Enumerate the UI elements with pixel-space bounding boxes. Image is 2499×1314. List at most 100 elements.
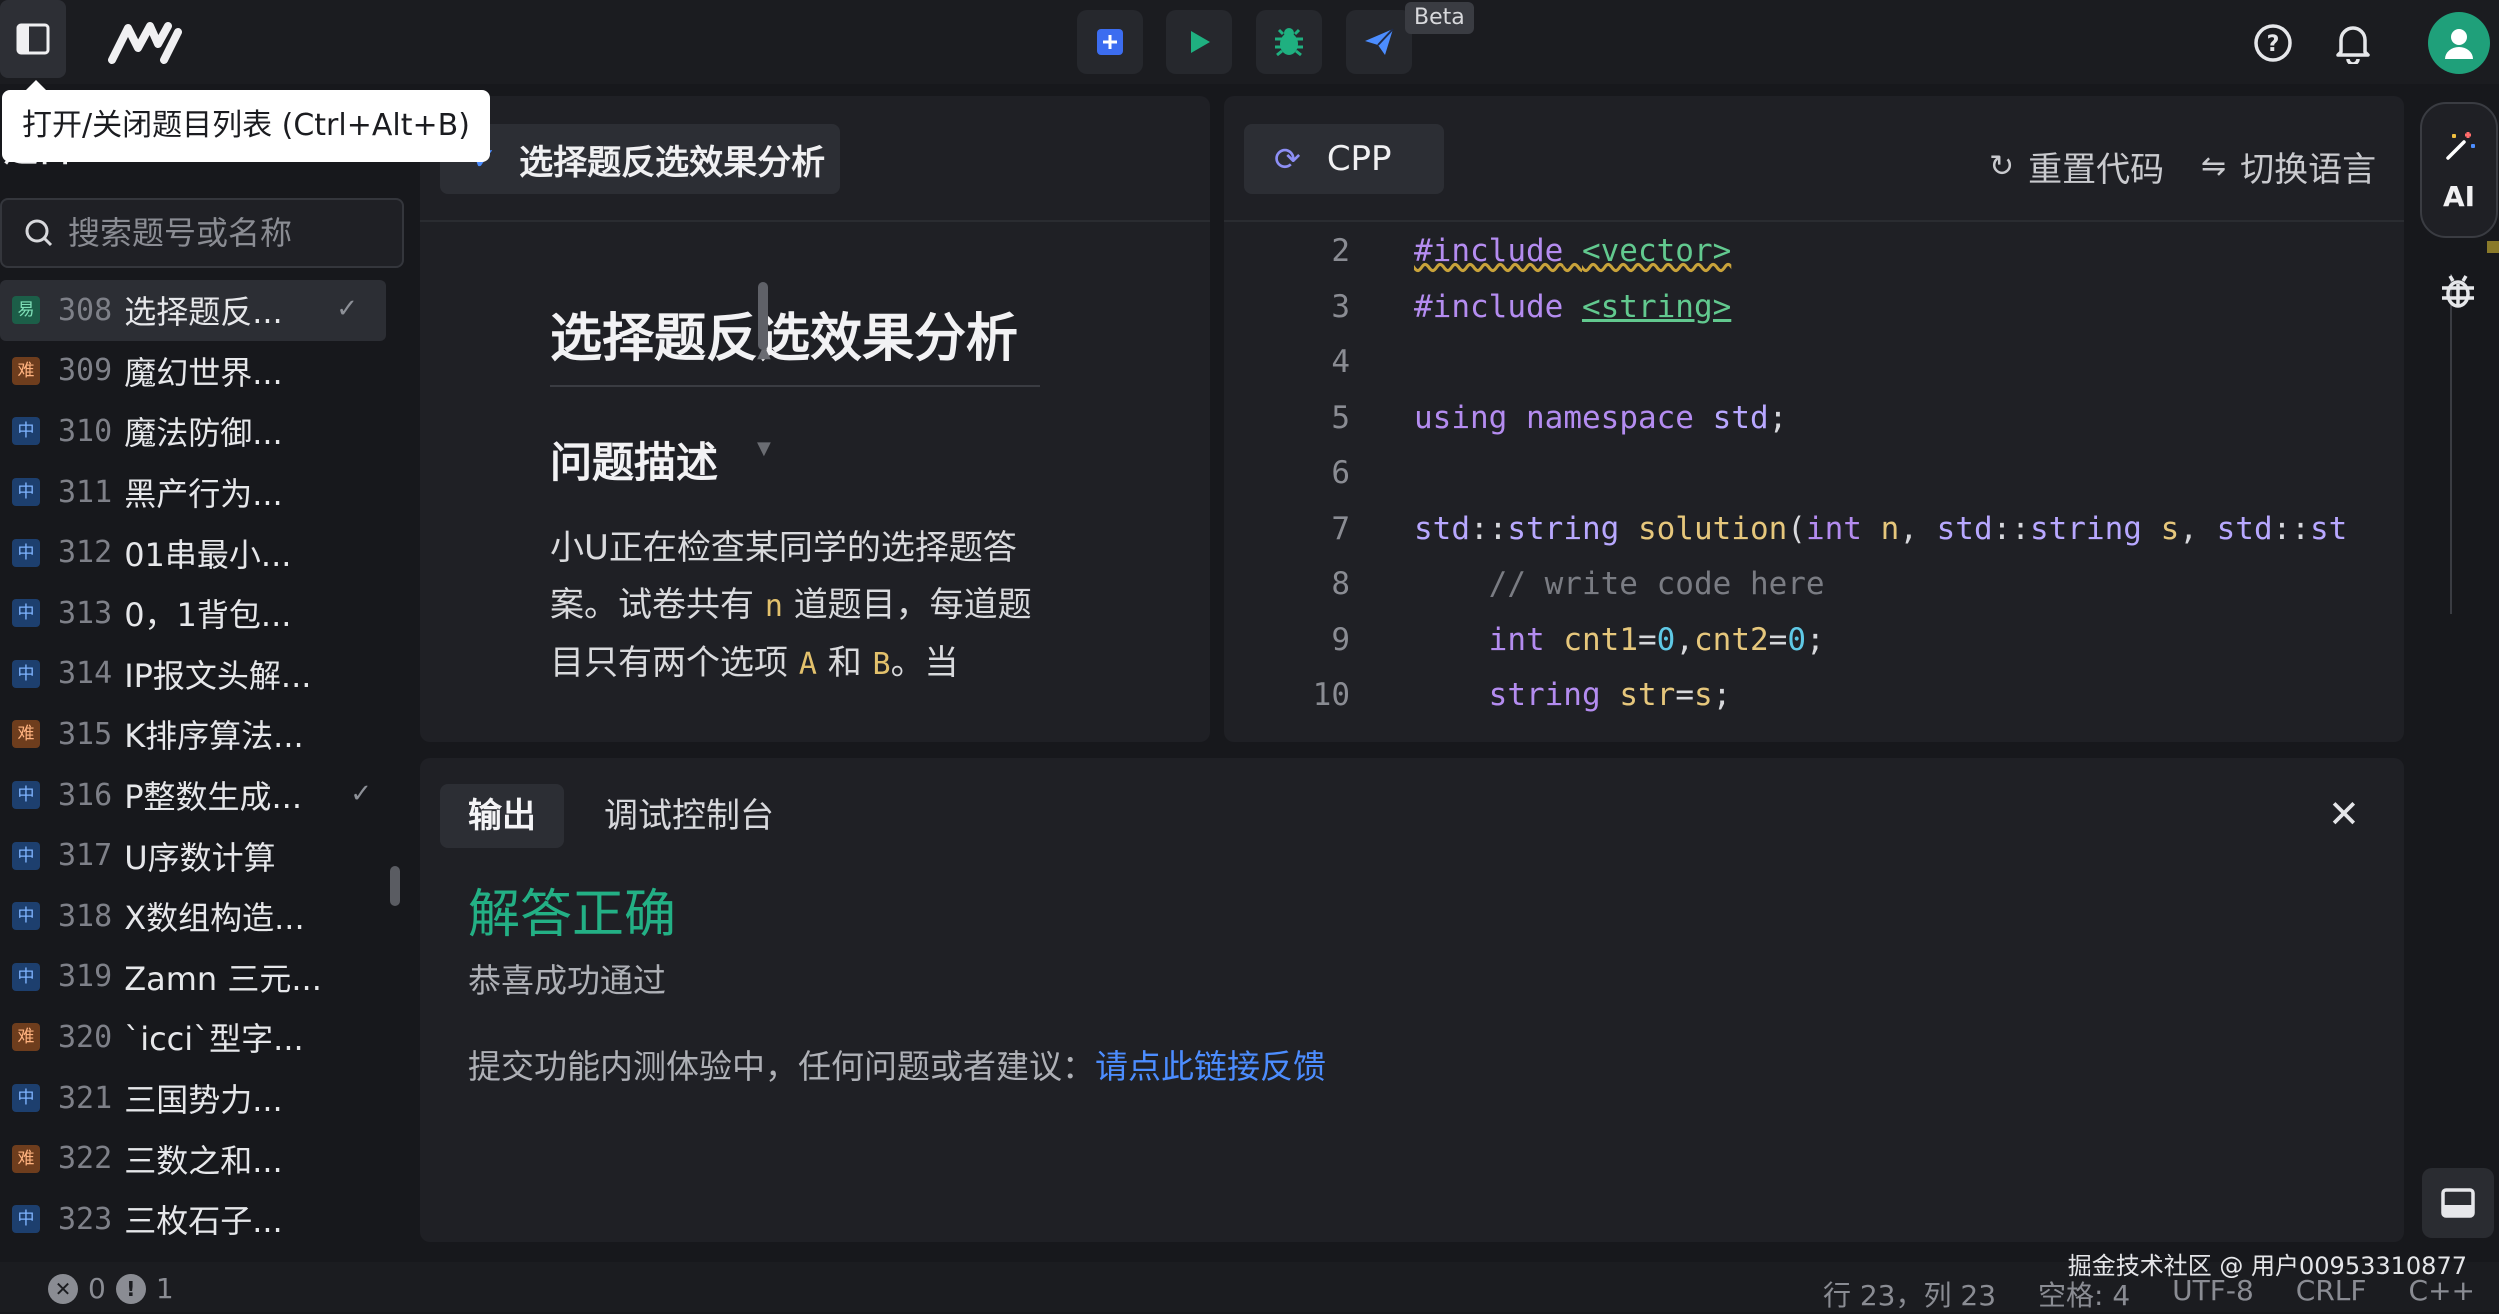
run-button[interactable] [1166, 10, 1232, 74]
feedback-link[interactable]: 请点此链接反馈 [1095, 1047, 1326, 1086]
difficulty-badge: 易 [12, 296, 40, 325]
code-area[interactable]: 2 #include <vector> 3 #include <string> 4 … [1224, 224, 2400, 734]
problem-name: X数组构造... [124, 899, 305, 938]
problem-name: 01串最小... [124, 535, 292, 574]
problem-text-part: 和 [827, 643, 862, 683]
problem-number: 320 [58, 1019, 113, 1055]
problem-search[interactable] [0, 198, 404, 268]
code-editor-panel: ⟳ CPP ↻ 重置代码 ⇋ 切换语言 2 #include <vector> 3… [1224, 96, 2499, 742]
problem-list-item[interactable]: 中 321 三国势力... [0, 1068, 400, 1129]
code-line: 4 [1224, 335, 2400, 391]
plus-square-icon [1097, 29, 1123, 55]
search-icon [25, 219, 53, 247]
reset-icon: ↻ [1989, 149, 2015, 184]
language-tab[interactable]: ⟳ CPP [1244, 124, 1444, 194]
problem-name: 三数之和... [124, 1141, 283, 1180]
code-line: 6 [1224, 446, 2400, 502]
divider [420, 220, 1210, 222]
add-test-button[interactable] [1077, 10, 1143, 74]
problem-list-item[interactable]: 中 316 P整数生成... ✓ [0, 765, 400, 826]
indent-guide [2450, 274, 2452, 614]
watermark: 掘金技术社区 @ 用户00953310877 [2067, 1252, 2467, 1280]
problem-list-item[interactable]: 中 317 U序数计算 [0, 825, 400, 886]
problem-number: 313 [58, 595, 113, 631]
problem-list: 易 308 选择题反... ✓ 难 309 魔幻世界... 中 310 魔法防御... 中 311 黑产… [0, 280, 400, 1250]
problem-list-item[interactable]: 中 312 01串最小... [0, 522, 400, 583]
problem-sidebar: 题目 易308选择题反...✓难309魔幻世界...中310魔法防御...中31… [0, 96, 410, 1264]
ai-assistant-button[interactable]: AI [2420, 102, 2498, 238]
problems-indicator[interactable]: ✕ 0 ! 1 [48, 1272, 174, 1305]
difficulty-badge: 中 [12, 478, 40, 507]
code-line: 8 // write code here [1224, 557, 2400, 613]
marscode-logo[interactable] [108, 18, 182, 66]
difficulty-badge: 中 [12, 417, 40, 446]
problem-number: 309 [58, 353, 113, 389]
line-number: 10 [1312, 677, 1350, 713]
minimap-marker [2487, 241, 2499, 253]
line-number: 9 [1331, 621, 1350, 658]
line-text: // write code here [1414, 566, 1825, 602]
description-tab[interactable]: ✓ 选择题反选效果分析 [440, 124, 840, 194]
problem-name: P整数生成... [124, 778, 303, 817]
problem-list-item[interactable]: 中 314 IP报文头解... [0, 644, 400, 705]
problem-list-item[interactable]: 中 310 魔法防御... [0, 401, 400, 462]
line-number: 5 [1331, 399, 1350, 436]
bell-icon [2336, 26, 2370, 64]
scroll-down-arrow[interactable]: ▼ [757, 438, 771, 459]
problem-list-item[interactable]: 易 308 选择题反... ✓ [0, 280, 386, 341]
section-heading: 问题描述 [550, 438, 719, 487]
swap-icon: ⇋ [2201, 149, 2227, 184]
sidebar-toggle-icon [16, 23, 50, 55]
problem-name: 0，1背包... [124, 596, 292, 635]
line-number: 4 [1331, 344, 1350, 380]
problem-list-item[interactable]: 中 319 Zamn 三元... [0, 947, 400, 1008]
line-number: 11 [1224, 724, 1350, 735]
language-label: CPP [1326, 139, 1392, 179]
inline-code-n: n [764, 589, 783, 624]
tab-output[interactable]: 输出 [440, 784, 564, 848]
problem-list-item[interactable]: 难 322 三数之和... [0, 1128, 400, 1189]
switch-language-button[interactable]: ⇋ 切换语言 [2201, 142, 2376, 191]
problem-list-item[interactable]: 中 311 黑产行为... [0, 462, 400, 523]
problem-number: 315 [58, 716, 113, 752]
feedback-text: 提交功能内测体验中，任何问题或者建议： [468, 1047, 1095, 1086]
warning-count: 1 [155, 1272, 174, 1305]
reset-code-button[interactable]: ↻ 重置代码 [1989, 142, 2164, 191]
help-button[interactable]: ? [2250, 20, 2296, 66]
cpp-icon: ⟳ [1274, 140, 1301, 178]
error-count: 0 [88, 1272, 106, 1305]
problem-name: 三枚石子... [124, 1202, 283, 1241]
bug-icon [1275, 28, 1303, 57]
problem-name: 魔法防御... [124, 414, 283, 453]
submit-button[interactable] [1346, 10, 1412, 74]
difficulty-badge: 中 [12, 841, 40, 870]
inline-code-b: B [872, 647, 891, 682]
toggle-problem-list-button[interactable] [0, 0, 66, 78]
problem-list-item[interactable]: 难 320 `icci`型字... [0, 1007, 400, 1068]
tab-debug-console[interactable]: 调试控制台 [604, 784, 774, 848]
debug-panel-icon[interactable] [2438, 272, 2478, 312]
user-avatar[interactable] [2428, 12, 2490, 74]
close-icon[interactable]: ✕ [2328, 792, 2360, 836]
description-scrollbar[interactable] [758, 282, 768, 350]
problem-list-item[interactable]: 中 313 0，1背包... [0, 583, 400, 644]
feedback-note: 提交功能内测体验中，任何问题或者建议：请点此链接反馈 [468, 1040, 1326, 1088]
search-input[interactable] [68, 214, 388, 252]
problem-list-item[interactable]: 中 323 三枚石子... [0, 1189, 400, 1250]
problem-list-item[interactable]: 难 309 魔幻世界... [0, 341, 400, 402]
problem-number: 317 [58, 838, 113, 874]
problem-number: 311 [58, 474, 113, 510]
problem-name: U序数计算 [124, 838, 276, 877]
problem-list-item[interactable]: 中 318 X数组构造... [0, 886, 400, 947]
line-text: std::string solution(int n, std::string … [1414, 510, 2348, 547]
send-icon [1365, 28, 1394, 55]
toggle-bottom-panel-button[interactable] [2422, 1168, 2494, 1238]
sidebar-scrollbar[interactable] [390, 866, 400, 906]
debug-button[interactable] [1256, 10, 1322, 74]
problem-number: 319 [58, 959, 113, 995]
notifications-button[interactable] [2330, 20, 2376, 66]
toggle-list-tooltip: 打开/关闭题目列表 (Ctrl+Alt+B) [2, 80, 490, 162]
cursor-position[interactable]: 行 23，列 23 [1823, 1274, 1996, 1314]
problem-list-item[interactable]: 难 315 K排序算法... [0, 704, 400, 765]
line-number: 6 [1331, 455, 1350, 491]
